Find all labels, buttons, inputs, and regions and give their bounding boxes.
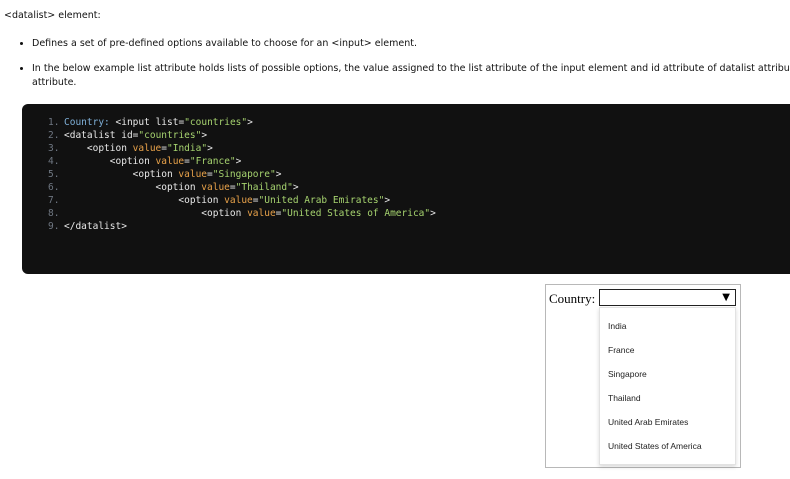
code-token: > [384,195,391,206]
line-number: 1. [48,117,60,128]
option-india[interactable]: India [600,314,735,338]
option-united-states-of-america[interactable]: United States of America [600,434,735,458]
code-token: "France" [189,156,236,167]
line-number: 8. [48,208,60,219]
code-token: "Singapore" [212,169,276,180]
code-token: value [155,156,185,167]
code-line: 5. <option value="Singapore"> [48,168,790,181]
code-token: value [178,169,208,180]
code-token: </datalist> [64,221,127,232]
code-token: > [247,117,253,128]
code-token: <datalist [64,130,116,141]
code-line: 1. Country: <input list="countries"> [48,116,790,129]
code-line: 2. <datalist id="countries"> [48,129,790,142]
bullet-text: Defines a set of pre-defined options ava… [32,38,417,49]
line-number: 2. [48,130,60,141]
line-number: 3. [48,143,60,154]
code-token: value [132,143,162,154]
option-united-arab-emirates[interactable]: United Arab Emirates [600,410,735,434]
datalist-dropdown: India France Singapore Thailand United A… [599,307,736,465]
intro-text: <datalist> element: [4,10,101,21]
bullet-text-continued: attribute. [32,77,77,88]
code-token: "United Arab Emirates" [258,195,385,206]
bullet-item: Defines a set of pre-defined options ava… [32,37,790,51]
option-thailand[interactable]: Thailand [600,386,735,410]
code-line: 3. <option value="India"> [48,142,790,155]
code-token: id [121,130,133,141]
line-number: 9. [48,221,60,232]
code-token: value [224,195,253,206]
demo-output-frame: Country: ▼ India France Singapore Thaila… [545,284,741,468]
code-token: <option [201,208,242,219]
code-token: > [201,130,208,141]
code-token: value [201,182,230,193]
code-token: <option [155,182,196,193]
bullet-text: In the below example list attribute hold… [32,63,790,74]
code-token: "India" [167,143,208,154]
code-line: 4. <option value="France"> [48,155,790,168]
code-token: <option [178,195,219,206]
code-token: "United States of America" [281,208,431,219]
bullet-list: Defines a set of pre-defined options ava… [18,37,790,101]
line-number: 4. [48,156,60,167]
code-token: Country: [64,117,110,128]
code-token: > [235,156,242,167]
code-token: > [207,143,213,154]
country-input[interactable]: ▼ [599,289,736,306]
line-number: 7. [48,195,60,206]
code-token: <option [86,143,127,154]
code-token: list [155,117,179,128]
code-token: > [430,208,436,219]
code-token: > [292,182,299,193]
code-token: > [275,169,282,180]
code-line: 7. <option value="United Arab Emirates"> [48,194,790,207]
code-token: "countries" [138,130,202,141]
code-token: "Thailand" [235,182,293,193]
line-number: 5. [48,169,60,180]
bullet-item: In the below example list attribute hold… [32,62,790,90]
country-label: Country: [549,291,596,306]
code-line: 9. </datalist> [48,220,790,233]
code-token: value [247,208,276,219]
code-token: <input [115,117,150,128]
option-singapore[interactable]: Singapore [600,362,735,386]
code-token: <option [132,169,173,180]
dropdown-arrow-icon[interactable]: ▼ [722,292,730,304]
code-line: 8. <option value="United States of Ameri… [48,207,790,220]
code-token: <option [109,156,150,167]
code-line: 6. <option value="Thailand"> [48,181,790,194]
code-token: "countries" [184,117,248,128]
code-block: 1. Country: <input list="countries"> 2. <d… [22,104,790,274]
line-number: 6. [48,182,60,193]
option-france[interactable]: France [600,338,735,362]
